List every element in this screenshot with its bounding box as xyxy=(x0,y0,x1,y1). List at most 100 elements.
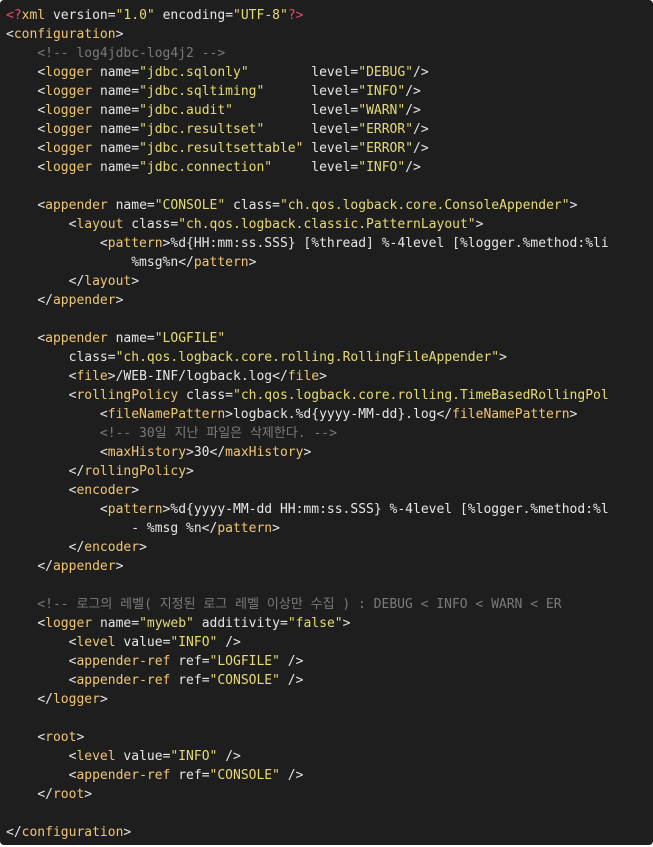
code-token: - %msg %n xyxy=(6,521,202,536)
code-token: > xyxy=(76,730,85,745)
code-token: > xyxy=(225,407,233,422)
code-token: "jdbc.resultsettable" xyxy=(139,141,304,156)
code-token: = xyxy=(107,350,116,365)
code-line: <maxHistory>30</maxHistory> xyxy=(6,443,653,462)
code-token: "jdbc.audit" xyxy=(139,103,233,118)
code-token: appender-ref xyxy=(76,673,171,688)
code-token: "UTF-8" xyxy=(233,8,288,23)
code-token: "LOGFILE" xyxy=(209,654,280,669)
code-token: root xyxy=(52,787,85,802)
code-token: </ xyxy=(37,692,53,707)
code-token: "jdbc.sqltiming" xyxy=(139,84,265,99)
code-token: /> xyxy=(405,160,421,175)
code-token: "INFO" xyxy=(170,635,218,650)
code-line: </rollingPolicy> xyxy=(6,462,653,481)
code-line: <encoder> xyxy=(6,481,653,500)
code-token: pattern xyxy=(107,236,163,251)
code-token: name xyxy=(115,331,147,346)
code-token: </ xyxy=(68,540,85,555)
code-token: version xyxy=(52,8,108,23)
code-token: "jdbc.sqlonly" xyxy=(139,65,249,80)
code-token: /WEB-INF/logback.log xyxy=(115,369,273,384)
code-token: "DEBUG" xyxy=(358,65,414,80)
code-token: > xyxy=(303,445,312,460)
code-token: fileNamePattern xyxy=(452,407,570,422)
code-token: "LOGFILE" xyxy=(154,331,226,346)
code-token: > xyxy=(107,369,116,384)
code-token: > xyxy=(115,27,124,42)
code-token: < xyxy=(37,103,46,118)
code-token: < xyxy=(37,141,46,156)
code-token: = xyxy=(131,65,140,80)
code-token: %d{HH:mm:ss.SSS} [%thread] %-4level [%lo… xyxy=(170,236,609,251)
code-token: appender-ref xyxy=(76,654,171,669)
code-line: </appender> xyxy=(6,291,653,310)
code-token: </ xyxy=(6,825,22,840)
code-token: level xyxy=(311,65,351,80)
code-token: < xyxy=(37,160,46,175)
code-token: <? xyxy=(6,8,22,23)
code-token: 30 xyxy=(193,445,210,460)
code-token: "CONSOLE" xyxy=(154,198,226,213)
code-line: <logger name="jdbc.sqltiming" level="INF… xyxy=(6,82,653,101)
code-token: %msg%n xyxy=(6,255,179,270)
code-token: class xyxy=(233,198,273,213)
code-token: layout xyxy=(84,274,132,289)
code-token: = xyxy=(225,388,233,403)
code-token: "INFO" xyxy=(358,84,406,99)
code-line: <level value="INFO" /> xyxy=(6,633,653,652)
code-token: </ xyxy=(436,407,453,422)
code-token: "1.0" xyxy=(115,8,155,23)
code-token: > xyxy=(131,483,140,498)
code-token: < xyxy=(99,407,108,422)
code-token: < xyxy=(37,198,46,213)
code-line: <level value="INFO" /> xyxy=(6,747,653,766)
code-token: </ xyxy=(201,521,218,536)
code-token: name xyxy=(99,160,132,175)
code-token: class xyxy=(131,217,171,232)
code-token: logger xyxy=(52,692,100,707)
code-token: value xyxy=(123,635,163,650)
code-line: </logger> xyxy=(6,690,653,709)
code-token: < xyxy=(37,65,46,80)
code-token: /> xyxy=(287,768,304,783)
code-token: < xyxy=(99,445,108,460)
code-token: "myweb" xyxy=(139,616,194,631)
code-token: < xyxy=(37,84,46,99)
code-line: <logger name="jdbc.resultset" level="ERR… xyxy=(6,120,653,139)
code-token: "CONSOLE" xyxy=(209,673,280,688)
code-token: level xyxy=(76,635,116,650)
code-line: class="ch.qos.logback.core.rolling.Rolli… xyxy=(6,348,653,367)
code-token: /> xyxy=(225,749,241,764)
code-token: <!-- 30일 지난 파일은 삭제한다. --> xyxy=(6,426,337,441)
code-token: > xyxy=(475,217,484,232)
code-line: <rollingPolicy class="ch.qos.logback.cor… xyxy=(6,386,653,405)
code-token: = xyxy=(107,8,116,23)
code-token: name xyxy=(99,122,132,137)
code-token: "jdbc.resultset" xyxy=(139,122,265,137)
code-line: <appender name="LOGFILE" xyxy=(6,329,653,348)
code-line: <pattern>%d{yyyy-MM-dd HH:mm:ss.SSS} %-4… xyxy=(6,500,653,519)
code-token: > xyxy=(123,825,132,840)
code-line: <pattern>%d{HH:mm:ss.SSS} [%thread] %-4l… xyxy=(6,234,653,253)
code-token: level xyxy=(311,160,351,175)
code-token: <!-- 로그의 레벨( 지정된 로그 레벨 이상만 수집 ) : DEBUG … xyxy=(6,597,562,612)
code-token: /> xyxy=(287,673,304,688)
code-line: <!-- log4jdbc-log4j2 --> xyxy=(6,44,653,63)
